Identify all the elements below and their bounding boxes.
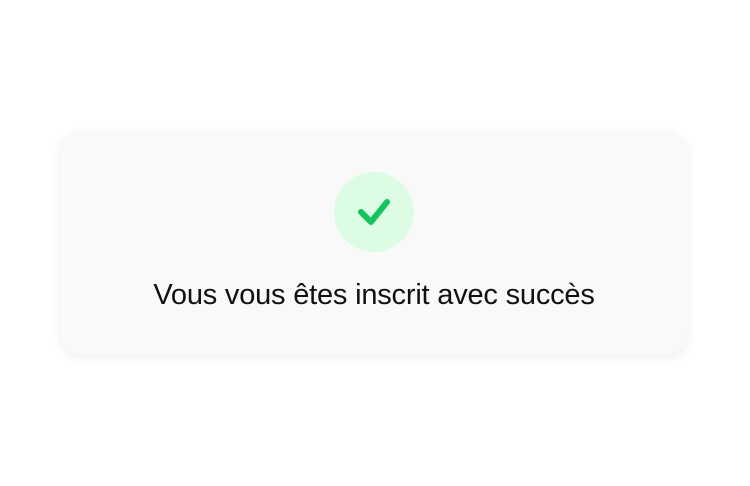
check-icon xyxy=(358,199,390,225)
success-message: Vous vous êtes inscrit avec succès xyxy=(153,279,595,311)
success-badge xyxy=(334,172,414,252)
success-card: Vous vous êtes inscrit avec succès xyxy=(60,131,688,355)
page: Vous vous êtes inscrit avec succès xyxy=(0,0,750,486)
